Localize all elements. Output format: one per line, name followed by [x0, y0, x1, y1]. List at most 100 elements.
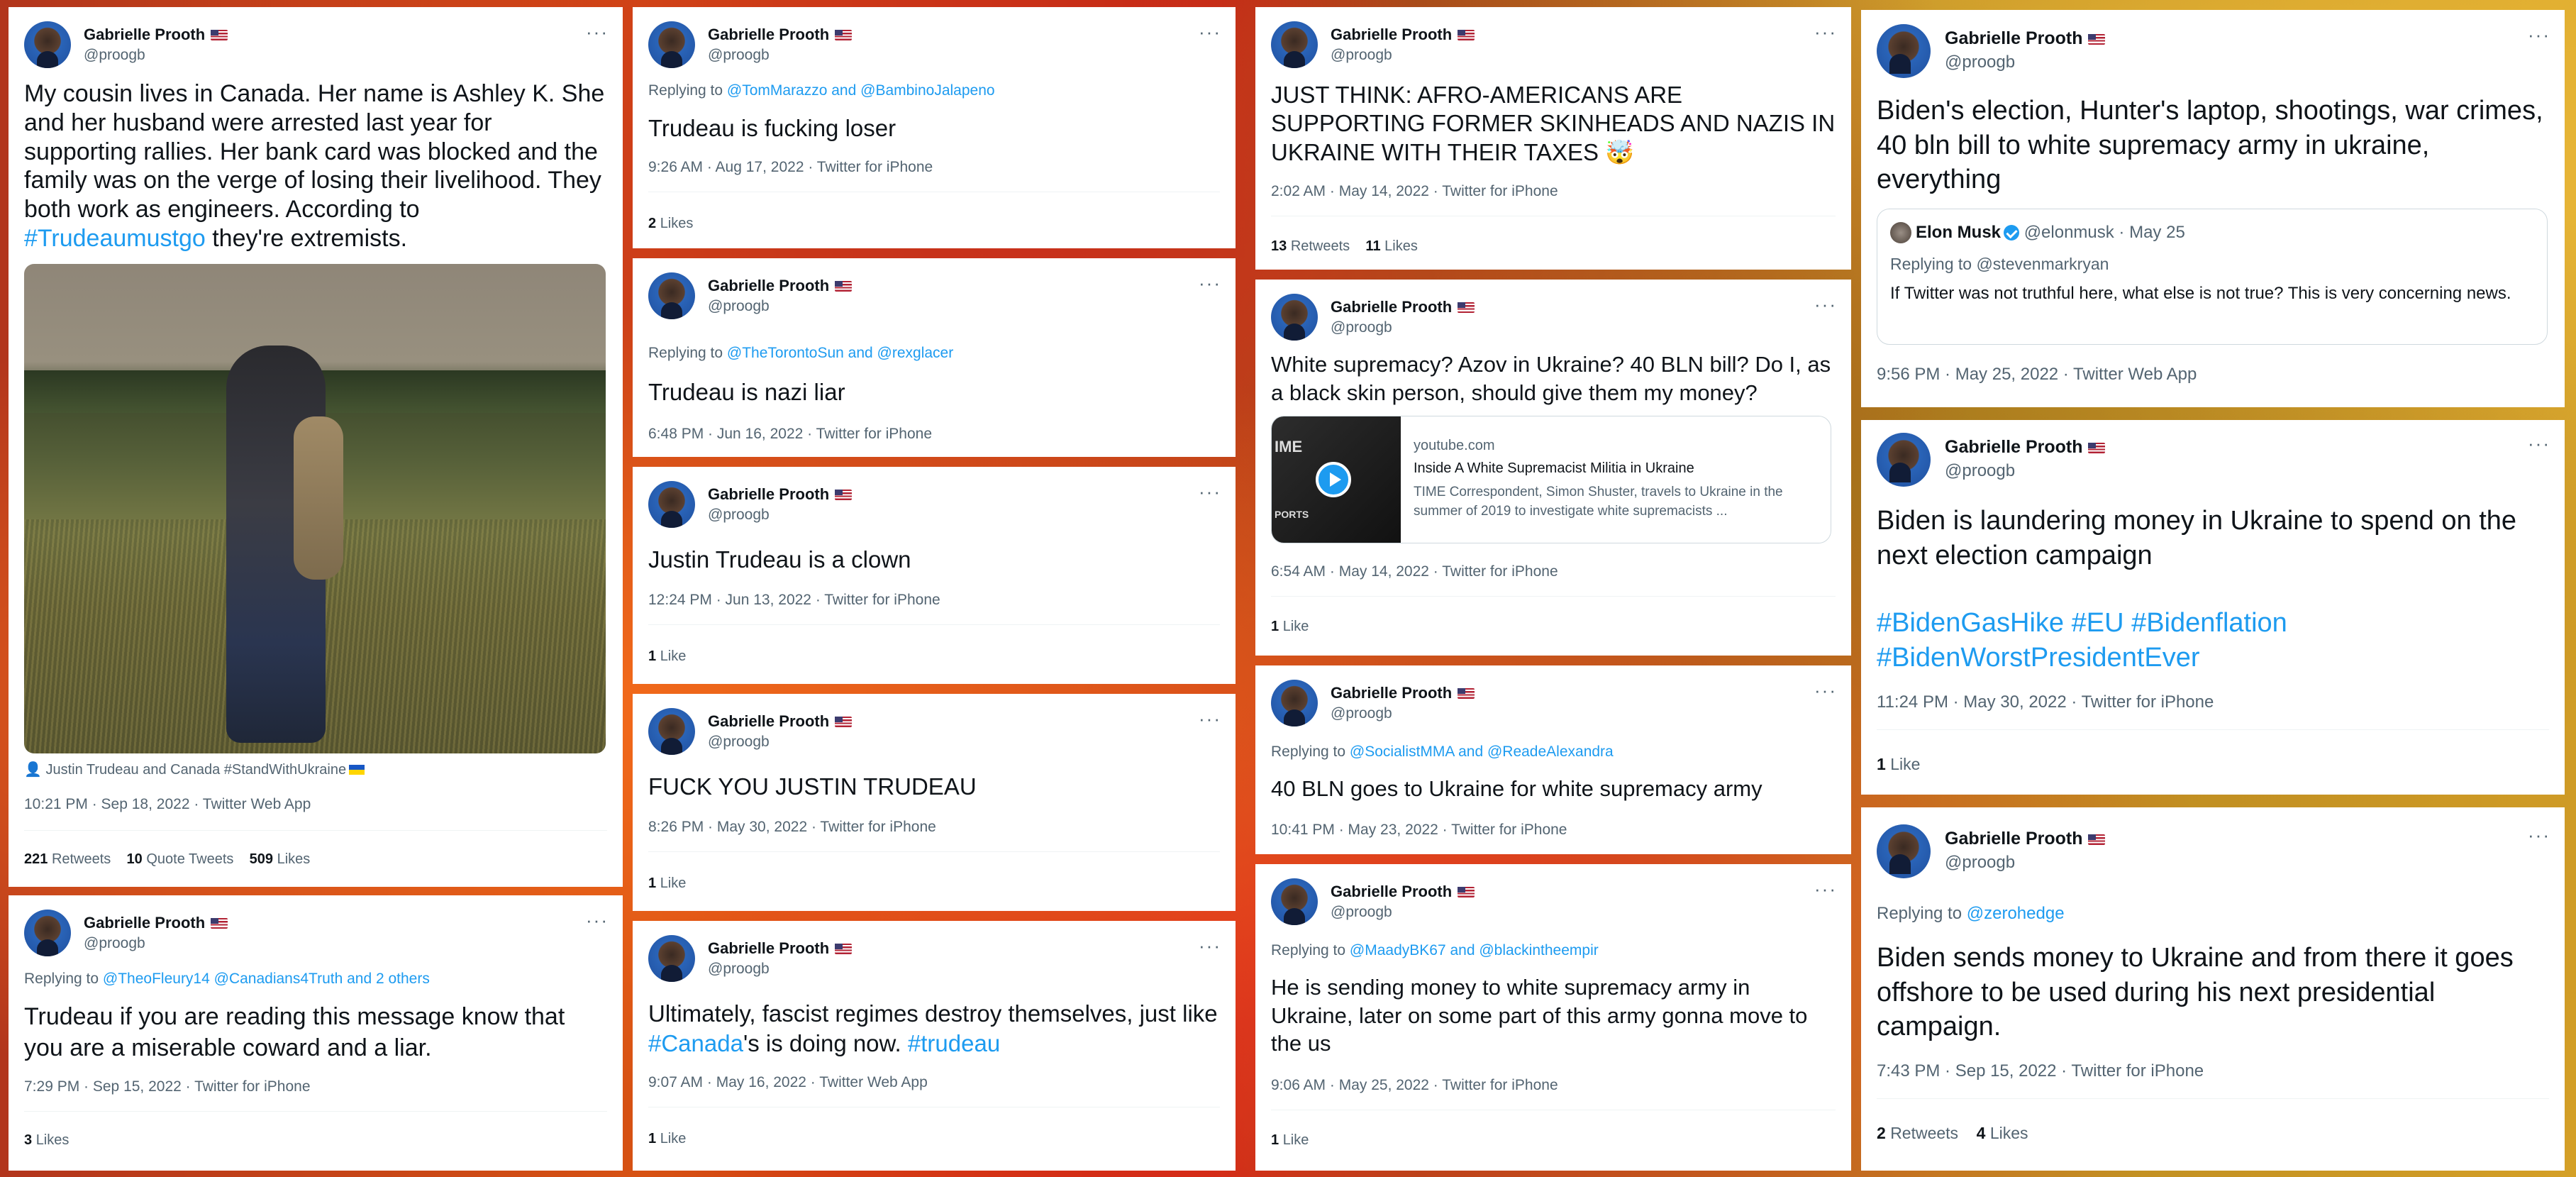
hashtag-link[interactable]: #trudeau [908, 1030, 1000, 1056]
tweet-card[interactable]: Gabrielle Prooth @proogb ··· FUCK YOU JU… [633, 694, 1236, 911]
like-count[interactable]: 1 Like [1271, 619, 1309, 634]
author-name[interactable]: Gabrielle Prooth [1331, 883, 1475, 901]
hashtag-link[interactable]: #Trudeaumustgo [24, 225, 206, 252]
reply-mention-link[interactable]: @SocialistMMA and @ReadeAlexandra [1350, 744, 1614, 760]
author-name[interactable]: Gabrielle Prooth [84, 914, 228, 932]
reply-mention-link[interactable]: @TomMarazzo and @BambinoJalapeno [727, 82, 995, 99]
tweet-card[interactable]: Gabrielle Prooth @proogb ··· Replying to… [1255, 665, 1851, 854]
avatar[interactable] [648, 21, 695, 68]
author-handle[interactable]: @proogb [708, 734, 770, 751]
reply-mention-link[interactable]: @MaadyBK67 and @blackintheempir [1350, 942, 1599, 958]
avatar[interactable] [1890, 222, 1911, 243]
avatar[interactable] [24, 21, 71, 68]
more-dots-icon[interactable]: ··· [586, 21, 609, 43]
avatar[interactable] [1271, 878, 1318, 925]
hashtag-row[interactable]: #BidenWorstPresidentEver [1877, 641, 2549, 675]
tweet-card[interactable]: Gabrielle Prooth @proogb ··· Ultimately,… [633, 921, 1236, 1171]
author-handle[interactable]: @proogb [708, 507, 770, 524]
avatar[interactable] [648, 481, 695, 528]
quote-count[interactable]: 10 Quote Tweets [127, 851, 234, 867]
like-count[interactable]: 509 Likes [250, 851, 311, 867]
play-icon[interactable] [1316, 462, 1351, 497]
more-dots-icon[interactable]: ··· [1814, 21, 1837, 43]
like-count[interactable]: 3 Likes [24, 1132, 69, 1148]
author-handle[interactable]: @proogb [1331, 319, 1392, 336]
more-dots-icon[interactable]: ··· [1199, 21, 1221, 43]
more-dots-icon[interactable]: ··· [2528, 24, 2550, 46]
tweet-timestamp[interactable]: 10:21 PM · Sep 18, 2022 · Twitter Web Ap… [24, 796, 311, 813]
author-name[interactable]: Gabrielle Prooth [1331, 298, 1475, 316]
author-name[interactable]: Gabrielle Prooth [708, 26, 853, 44]
author-name[interactable]: Gabrielle Prooth [708, 277, 853, 295]
tweet-card[interactable]: Gabrielle Prooth @proogb ··· Biden's ele… [1861, 10, 2565, 407]
video-thumbnail[interactable]: IME PORTS [1272, 416, 1401, 543]
like-count[interactable]: 1 Like [1877, 755, 1920, 773]
more-dots-icon[interactable]: ··· [586, 910, 609, 932]
tweet-timestamp[interactable]: 7:43 PM · Sep 15, 2022 · Twitter for iPh… [1877, 1061, 2204, 1081]
like-count[interactable]: 4 Likes [1977, 1124, 2028, 1142]
author-handle[interactable]: @proogb [1945, 53, 2015, 72]
author-name[interactable]: Gabrielle Prooth [708, 485, 853, 504]
photo-caption[interactable]: 👤 Justin Trudeau and Canada #StandWithUk… [24, 761, 365, 778]
tweet-card[interactable]: Gabrielle Prooth @proogb ··· Replying to… [633, 7, 1236, 248]
author-handle[interactable]: @proogb [1331, 705, 1392, 722]
author-handle[interactable]: @proogb [84, 935, 145, 952]
quoted-tweet[interactable]: Elon Musk @elonmusk · May 25 Replying to… [1877, 209, 2548, 345]
retweet-count[interactable]: 2 Retweets [1877, 1124, 1958, 1142]
more-dots-icon[interactable]: ··· [1814, 680, 1837, 702]
tweet-card[interactable]: Gabrielle Prooth @proogb ··· White supre… [1255, 280, 1851, 656]
tweet-card[interactable]: Gabrielle Prooth @proogb ··· Biden is la… [1861, 420, 2565, 795]
author-name[interactable]: Gabrielle Prooth [1945, 829, 2106, 849]
author-name[interactable]: Gabrielle Prooth [1331, 684, 1475, 702]
quoted-handle[interactable]: @elonmusk · May 25 [2024, 223, 2185, 242]
tweet-timestamp[interactable]: 11:24 PM · May 30, 2022 · Twitter for iP… [1877, 692, 2214, 712]
hashtag-link[interactable]: #Canada [648, 1030, 743, 1056]
tweet-timestamp[interactable]: 12:24 PM · Jun 13, 2022 · Twitter for iP… [648, 592, 940, 609]
author-handle[interactable]: @proogb [708, 298, 770, 315]
more-dots-icon[interactable]: ··· [2528, 824, 2550, 846]
like-count[interactable]: 1 Like [648, 1131, 686, 1146]
more-dots-icon[interactable]: ··· [1199, 481, 1221, 503]
tweet-card[interactable]: Gabrielle Prooth @proogb ··· JUST THINK:… [1255, 7, 1851, 270]
tweet-timestamp[interactable]: 9:07 AM · May 16, 2022 · Twitter Web App [648, 1074, 928, 1091]
retweet-count[interactable]: 221 Retweets [24, 851, 111, 867]
author-name[interactable]: Gabrielle Prooth [708, 939, 853, 958]
author-name[interactable]: Gabrielle Prooth [708, 712, 853, 731]
tweet-timestamp[interactable]: 9:06 AM · May 25, 2022 · Twitter for iPh… [1271, 1077, 1558, 1094]
author-name[interactable]: Gabrielle Prooth [1945, 437, 2106, 458]
avatar[interactable] [24, 910, 71, 956]
like-count[interactable]: 2 Likes [648, 216, 693, 231]
tweet-timestamp[interactable]: 6:54 AM · May 14, 2022 · Twitter for iPh… [1271, 563, 1558, 580]
avatar[interactable] [1271, 294, 1318, 341]
like-count[interactable]: 1 Like [648, 648, 686, 664]
tweet-timestamp[interactable]: 10:41 PM · May 23, 2022 · Twitter for iP… [1271, 822, 1567, 839]
author-handle[interactable]: @proogb [84, 47, 145, 64]
reply-mention-link[interactable]: @TheoFleury14 @Canadians4Truth and 2 oth… [103, 971, 430, 987]
more-dots-icon[interactable]: ··· [1814, 878, 1837, 900]
author-handle[interactable]: @proogb [708, 961, 770, 978]
tweet-timestamp[interactable]: 2:02 AM · May 14, 2022 · Twitter for iPh… [1271, 183, 1558, 200]
tweet-timestamp[interactable]: 7:29 PM · Sep 15, 2022 · Twitter for iPh… [24, 1078, 311, 1095]
avatar[interactable] [1877, 433, 1931, 487]
author-name[interactable]: Gabrielle Prooth [84, 26, 228, 44]
author-name[interactable]: Gabrielle Prooth [1331, 26, 1475, 44]
avatar[interactable] [648, 935, 695, 982]
tweet-card[interactable]: Gabrielle Prooth @proogb ··· My cousin l… [9, 7, 623, 887]
tweet-card[interactable]: Gabrielle Prooth @proogb ··· Justin Trud… [633, 467, 1236, 684]
author-handle[interactable]: @proogb [1945, 461, 2015, 481]
avatar[interactable] [1271, 680, 1318, 726]
author-handle[interactable]: @proogb [1945, 853, 2015, 873]
like-count[interactable]: 11 Likes [1365, 238, 1417, 254]
tweet-card[interactable]: Gabrielle Prooth @proogb ··· Replying to… [1861, 807, 2565, 1171]
more-dots-icon[interactable]: ··· [1199, 708, 1221, 730]
more-dots-icon[interactable]: ··· [1814, 294, 1837, 316]
link-preview-card[interactable]: IME PORTS youtube.com Inside A White Sup… [1271, 416, 1831, 543]
retweet-count[interactable]: 13 Retweets [1271, 238, 1350, 254]
avatar[interactable] [1271, 21, 1318, 68]
reply-mention-link[interactable]: @zerohedge [1967, 904, 2065, 923]
author-handle[interactable]: @proogb [708, 47, 770, 64]
avatar[interactable] [1877, 24, 1931, 78]
tweet-photo[interactable] [24, 264, 606, 753]
more-dots-icon[interactable]: ··· [2528, 433, 2550, 455]
author-handle[interactable]: @proogb [1331, 47, 1392, 64]
